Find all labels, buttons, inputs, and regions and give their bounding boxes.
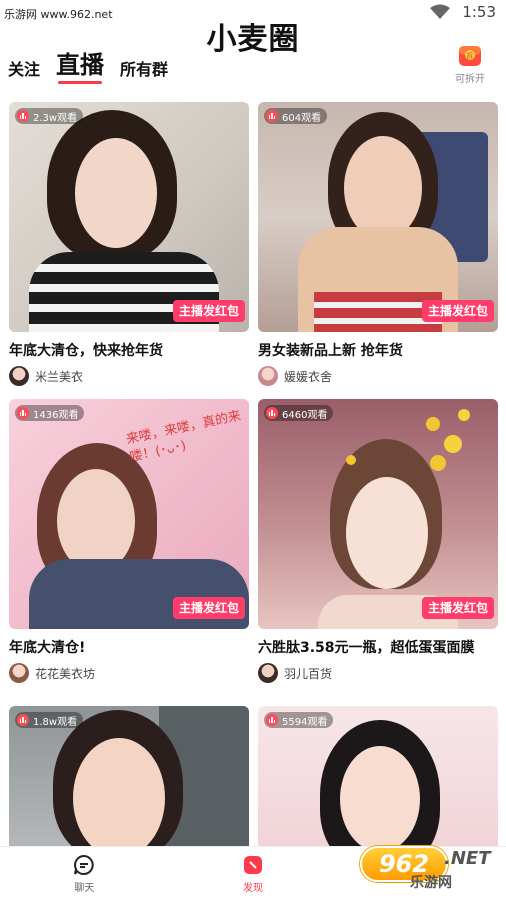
live-thumbnail[interactable]: 来喽，来喽，真的来喽！(･ᴗ･) 1436观看 主播发红包: [9, 399, 249, 629]
anchor-redpack-badge[interactable]: 主播发红包: [172, 597, 245, 619]
card-title[interactable]: 年底大清仓!: [9, 637, 249, 657]
viewer-count: 5594观看: [282, 716, 328, 728]
viewer-count: 1.8w观看: [33, 716, 78, 728]
viewer-count-badge: 6460观看: [264, 405, 334, 421]
live-card[interactable]: 2.3w观看 主播发红包 年底大清仓，快来抢年货 米兰美衣: [9, 102, 249, 386]
author-name: 媛媛衣舍: [284, 369, 333, 384]
nav-discover-label: 发现: [243, 882, 263, 894]
avatar: [258, 663, 278, 683]
live-thumbnail[interactable]: 1.8w观看: [9, 706, 249, 846]
card-author[interactable]: 花花美衣坊: [9, 663, 249, 683]
author-name: 花花美衣坊: [35, 666, 96, 681]
avatar: [258, 366, 278, 386]
author-name: 米兰美衣: [35, 369, 84, 384]
live-card[interactable]: 6460观看 主播发红包 六胜肽3.58元一瓶，超低蛋蛋面膜 羽儿百货: [258, 399, 498, 683]
card-title[interactable]: 六胜肽3.58元一瓶，超低蛋蛋面膜: [258, 637, 498, 657]
card-author[interactable]: 羽儿百货: [258, 663, 498, 683]
viewer-count-badge: 604观看: [264, 108, 328, 124]
logo-name: 乐游网: [410, 875, 452, 891]
viewer-count-badge: 1.8w观看: [15, 712, 84, 728]
live-bars-icon: [266, 110, 278, 122]
live-bars-icon: [266, 714, 278, 726]
avatar: [9, 366, 29, 386]
card-title[interactable]: 年底大清仓，快来抢年货: [9, 340, 249, 360]
nav-chat[interactable]: 聊天: [0, 847, 169, 900]
anchor-redpack-badge[interactable]: 主播发红包: [172, 300, 245, 322]
live-bars-icon: [17, 110, 29, 122]
author-name: 羽儿百货: [284, 666, 333, 681]
live-bars-icon: [266, 407, 278, 419]
live-feed[interactable]: 2.3w观看 主播发红包 年底大清仓，快来抢年货 米兰美衣 604观看 主播发红…: [0, 102, 506, 846]
openable-redpack-button[interactable]: 拆 可拆开: [450, 44, 490, 85]
viewer-count: 2.3w观看: [33, 112, 78, 124]
live-thumbnail[interactable]: 5594观看: [258, 706, 498, 846]
live-thumbnail[interactable]: 604观看 主播发红包: [258, 102, 498, 332]
viewer-count: 1436观看: [33, 409, 79, 421]
anchor-redpack-badge[interactable]: 主播发红包: [421, 597, 494, 619]
nav-discover[interactable]: 发现: [169, 847, 338, 900]
live-thumbnail[interactable]: 2.3w观看 主播发红包: [9, 102, 249, 332]
avatar: [9, 663, 29, 683]
live-card[interactable]: 604观看 主播发红包 男女装新品上新 抢年货 媛媛衣舍: [258, 102, 498, 386]
card-author[interactable]: 媛媛衣舍: [258, 366, 498, 386]
card-author[interactable]: 米兰美衣: [9, 366, 249, 386]
viewer-count: 604观看: [282, 112, 322, 124]
anchor-redpack-badge[interactable]: 主播发红包: [421, 300, 494, 322]
site-logo: 962 .NET 乐游网: [360, 846, 498, 894]
svg-text:拆: 拆: [467, 51, 474, 60]
live-card[interactable]: 1.8w观看: [9, 706, 249, 846]
chat-icon: [74, 854, 95, 875]
gift-box-icon: 拆: [459, 46, 481, 66]
openable-label: 可拆开: [455, 74, 485, 85]
live-bars-icon: [17, 714, 29, 726]
top-tabs: 关注 直播 所有群: [8, 44, 168, 84]
tab-all-groups[interactable]: 所有群: [120, 56, 168, 84]
viewer-count: 6460观看: [282, 409, 328, 421]
live-card[interactable]: 来喽，来喽，真的来喽！(･ᴗ･) 1436观看 主播发红包 年底大清仓! 花花美…: [9, 399, 249, 683]
tab-following[interactable]: 关注: [8, 56, 40, 84]
live-thumbnail[interactable]: 6460观看 主播发红包: [258, 399, 498, 629]
card-title[interactable]: 男女装新品上新 抢年货: [258, 340, 498, 360]
nav-chat-label: 聊天: [74, 882, 95, 894]
viewer-count-badge: 5594观看: [264, 712, 334, 728]
live-bars-icon: [17, 407, 29, 419]
discover-icon: [244, 855, 262, 874]
viewer-count-badge: 1436观看: [15, 405, 85, 421]
live-card[interactable]: 5594观看: [258, 706, 498, 846]
logo-suffix: .NET: [444, 848, 491, 869]
viewer-count-badge: 2.3w观看: [15, 108, 84, 124]
tab-live[interactable]: 直播: [56, 45, 104, 84]
